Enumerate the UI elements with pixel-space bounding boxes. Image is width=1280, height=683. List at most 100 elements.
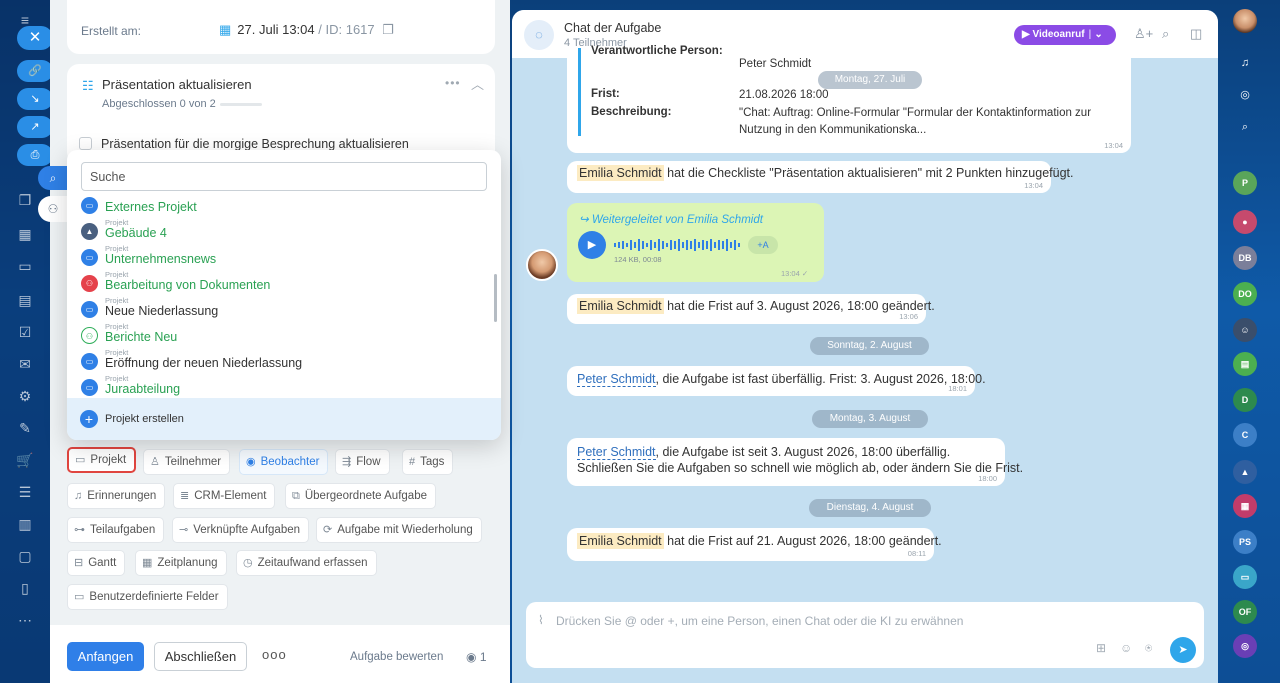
bell-icon[interactable]: ♫	[1234, 52, 1256, 74]
field-tags-button[interactable]: # Tags	[402, 449, 454, 475]
group-icon[interactable]: ⚇	[38, 196, 68, 222]
play-button[interactable]: ▶	[578, 231, 606, 259]
field-parent-task-button[interactable]: ⧉ Übergeordnete Aufgabe	[285, 483, 436, 509]
grid-icon[interactable]: ▤	[15, 290, 35, 310]
user-name[interactable]: Emilia Schmidt	[577, 533, 664, 549]
field-teilnehmer-button[interactable]: ♙ Teilnehmer	[143, 449, 231, 475]
project-search-input[interactable]	[81, 162, 487, 191]
user-name[interactable]: Emilia Schmidt	[577, 298, 664, 314]
project-item[interactable]: ▭ Projekt Eröffnung der neuen Niederlass…	[81, 348, 481, 374]
video-call-button[interactable]: ▶ Videoanruf | ⌄	[1014, 25, 1116, 45]
user-mention[interactable]: Peter Schmidt	[577, 372, 656, 387]
waveform[interactable]	[614, 238, 744, 252]
project-item[interactable]: ▭ Projekt Unternehmensnews	[81, 244, 481, 270]
avatar[interactable]: ▲	[1233, 460, 1257, 484]
field-label: Übergeordnete Aufgabe	[304, 490, 427, 502]
field-erinnerungen-button[interactable]: ♫ Erinnerungen	[67, 483, 166, 509]
folder-icon[interactable]: ▢	[15, 546, 35, 566]
user-mention[interactable]: Peter Schmidt	[577, 445, 656, 460]
search-icon[interactable]: ⌕	[38, 166, 68, 190]
sidebar-toggle-icon[interactable]: ◫	[1190, 26, 1202, 42]
avatar[interactable]: ▦	[1233, 494, 1257, 518]
chat-title[interactable]: Chat der Aufgabe	[564, 21, 661, 35]
field-crm-button[interactable]: ≣ CRM-Element	[173, 483, 276, 509]
checklist-item[interactable]: Präsentation für die morgige Besprechung…	[79, 137, 409, 151]
field-gantt-button[interactable]: ⊟ Gantt	[67, 550, 126, 576]
chat-search-icon[interactable]: ⌕	[1234, 116, 1256, 138]
field-subtasks-button[interactable]: ⊶ Teilaufgaben	[67, 517, 165, 543]
gear-icon[interactable]: ⚙	[15, 386, 35, 406]
close-slider-button[interactable]: ✕	[17, 26, 53, 50]
print-icon[interactable]: ⎙	[17, 144, 53, 166]
add-user-icon[interactable]: ♙+	[1134, 26, 1153, 42]
list-icon[interactable]: ☰	[15, 482, 35, 502]
checklist-title[interactable]: Präsentation aktualisieren	[102, 77, 252, 92]
field-recurring-task-button[interactable]: ⟳ Aufgabe mit Wiederholung	[316, 517, 482, 543]
message-input[interactable]	[556, 612, 1116, 630]
doc-icon[interactable]: ▯	[15, 578, 35, 598]
transcribe-button[interactable]: +A	[748, 236, 778, 254]
attachment-icon[interactable]: ⌇	[538, 613, 544, 627]
field-custom-fields-button[interactable]: ▭ Benutzerdefinierte Felder	[67, 584, 228, 610]
card-icon[interactable]: ▭	[15, 256, 35, 276]
create-project-button[interactable]: + Projekt erstellen	[67, 398, 501, 440]
copy-icon[interactable]: ❐	[15, 190, 35, 210]
rate-task-link[interactable]: Aufgabe bewerten	[350, 651, 443, 663]
calendar-icon[interactable]: ▦	[15, 224, 35, 244]
mail-icon[interactable]: ✉	[15, 354, 35, 374]
tasks-icon[interactable]: ☑	[15, 322, 35, 342]
emoji-icon[interactable]: ☺	[1120, 641, 1132, 655]
dropdown-scrollbar[interactable]	[494, 274, 497, 322]
more-icon[interactable]: ⋯	[15, 610, 35, 630]
apps-icon[interactable]: ⊞	[1096, 641, 1106, 655]
avatar[interactable]: OF	[1233, 600, 1257, 624]
copy-icon[interactable]: ❐	[382, 22, 394, 37]
viewers-count[interactable]: ◉ 1	[466, 650, 487, 664]
avatar[interactable]: C	[1233, 423, 1257, 447]
chevron-down-icon[interactable]: ⌄	[1094, 29, 1102, 40]
link-icon[interactable]: 🔗	[17, 60, 53, 82]
field-planning-button[interactable]: ▦ Zeitplanung	[135, 550, 227, 576]
card-accent-bar	[578, 48, 581, 136]
cart-icon[interactable]: 🛒	[15, 450, 35, 470]
more-actions-icon[interactable]: ooo	[262, 647, 287, 662]
avatar[interactable]: ▤	[1233, 352, 1257, 376]
finish-button[interactable]: Abschließen	[154, 642, 247, 671]
project-item[interactable]: ▭ Externes Projekt	[81, 196, 481, 218]
project-item[interactable]: ⚇ Projekt Berichte Neu	[81, 322, 481, 348]
field-beobachter-button[interactable]: ◉ Beobachter	[239, 449, 329, 475]
avatar[interactable]: P	[1233, 171, 1257, 195]
start-button[interactable]: Anfangen	[67, 642, 144, 671]
minimize-icon[interactable]: ↘	[17, 88, 53, 110]
open-new-window-icon[interactable]: ↗	[17, 116, 53, 138]
avatar[interactable]: DB	[1233, 246, 1257, 270]
avatar[interactable]: ●	[1233, 210, 1257, 234]
copilot-icon[interactable]: ◎	[1234, 84, 1256, 106]
avatar[interactable]: ▭	[1233, 565, 1257, 589]
checklist-more-icon[interactable]: •••	[445, 76, 461, 90]
avatar[interactable]	[526, 249, 558, 281]
avatar[interactable]: PS	[1233, 530, 1257, 554]
field-time-tracking-button[interactable]: ◷ Zeitaufwand erfassen	[236, 550, 377, 576]
project-item[interactable]: ▲ Projekt Gebäude 4	[81, 218, 481, 244]
user-avatar[interactable]	[1233, 9, 1257, 33]
avatar[interactable]: ◎	[1233, 634, 1257, 658]
search-icon[interactable]: ⌕	[1162, 26, 1169, 42]
avatar[interactable]: DO	[1233, 282, 1257, 306]
user-name[interactable]: Emilia Schmidt	[577, 165, 664, 181]
project-item[interactable]: ⚇ Projekt Bearbeitung von Dokumenten	[81, 270, 481, 296]
field-projekt-button[interactable]: ▭ Projekt	[67, 447, 137, 473]
forwarded-title: Weitergeleitet von Emilia Schmidt	[591, 214, 763, 226]
field-flow-button[interactable]: ⇶ Flow	[335, 449, 390, 475]
send-button[interactable]: ➤	[1170, 637, 1196, 663]
avatar[interactable]: ☺	[1233, 318, 1257, 342]
avatar[interactable]: D	[1233, 388, 1257, 412]
project-item[interactable]: ▭ Projekt Neue Niederlassung	[81, 296, 481, 322]
pen-icon[interactable]: ✎	[15, 418, 35, 438]
chevron-up-icon[interactable]: ︿	[471, 74, 484, 93]
checkbox-icon[interactable]	[79, 137, 92, 150]
microphone-icon[interactable]: ⍟	[1145, 641, 1152, 656]
field-linked-tasks-button[interactable]: ⊸ Verknüpfte Aufgaben	[172, 517, 310, 543]
chart-icon[interactable]: ▥	[15, 514, 35, 534]
project-item[interactable]: ▭ Projekt Juraabteilung	[81, 374, 481, 398]
